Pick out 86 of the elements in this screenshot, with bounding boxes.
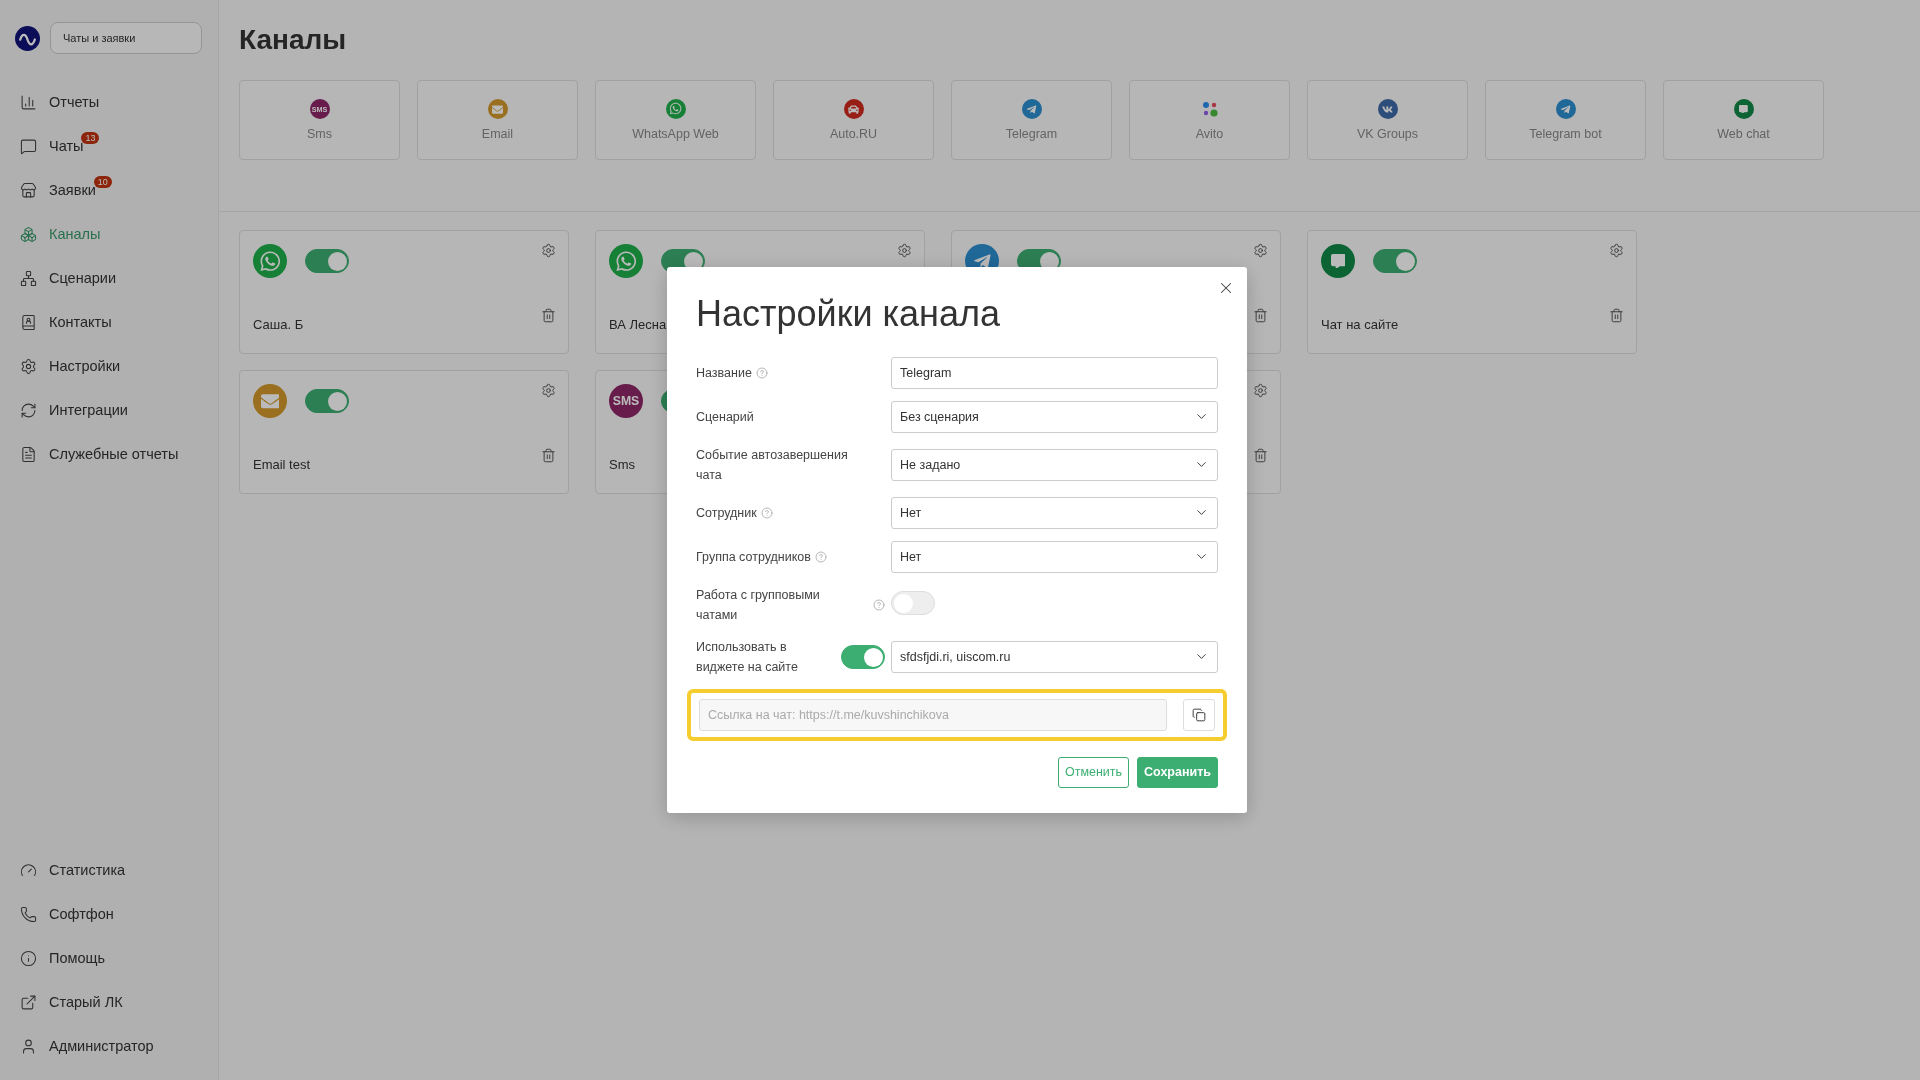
info-icon	[20, 949, 37, 967]
channel-name: ВА Лесна	[609, 316, 667, 332]
store-icon	[20, 181, 37, 199]
toggle-switch[interactable]	[305, 389, 349, 413]
channel-name: Чат на сайте	[1321, 316, 1399, 332]
gauge-icon	[20, 861, 37, 879]
nav-label: Сценарии	[49, 270, 116, 286]
copy-button[interactable]	[1183, 698, 1215, 731]
chart-icon	[20, 93, 37, 111]
car-icon	[843, 99, 864, 119]
envelope-icon	[487, 99, 508, 119]
nav-item[interactable]: Настройки	[0, 344, 218, 388]
count-badge: 13	[81, 132, 100, 144]
select-field[interactable]: Нет	[891, 496, 1218, 529]
nav-label: Отчеты	[49, 94, 100, 110]
contact-book-icon	[20, 313, 37, 331]
chat-bubble-icon	[1733, 99, 1754, 119]
count-badge: 10	[93, 176, 112, 188]
envelope-icon	[253, 384, 287, 418]
copy-icon	[1192, 707, 1206, 722]
dialog-title: Настройки канала	[696, 292, 1001, 335]
nav-label: Служебные отчеты	[49, 446, 179, 462]
select-field[interactable]: Без сценария	[891, 400, 1218, 433]
vk-icon	[1377, 99, 1398, 119]
field-label: Сотрудник	[696, 504, 757, 522]
settings-icon[interactable]	[1609, 243, 1624, 258]
trash-icon[interactable]	[541, 307, 556, 323]
nav-item[interactable]: Старый ЛК	[0, 980, 218, 1024]
nav-item[interactable]: Помощь	[0, 936, 218, 980]
nav-item[interactable]: Сценарии	[0, 256, 218, 300]
logo-icon	[15, 25, 40, 51]
trash-icon[interactable]	[1253, 307, 1268, 323]
field-label: Использовать в виджете на сайте	[696, 638, 799, 676]
field-label: Сценарий	[696, 408, 754, 426]
channel-name: Email test	[253, 456, 311, 472]
name-input[interactable]: Telegram	[891, 356, 1218, 389]
nav-label: Интеграции	[49, 402, 128, 418]
chat-bubble-icon	[1321, 244, 1355, 278]
user-icon	[20, 1037, 37, 1055]
sms-icon: SMS	[609, 384, 643, 418]
toggle-switch[interactable]	[1373, 249, 1417, 273]
hierarchy-icon	[20, 269, 37, 287]
nav-label: Контакты	[49, 314, 112, 330]
chat-link-field[interactable]: Ссылка на чат: https://t.me/kuvshinchikova	[699, 698, 1167, 731]
channel-name: Sms	[609, 456, 635, 472]
settings-icon[interactable]	[541, 243, 556, 258]
select-field[interactable]: sfdsfjdi.ri, uiscom.ru	[891, 640, 1218, 673]
field-label: Работа с групповыми чатами	[696, 586, 821, 624]
whatsapp-icon	[665, 99, 686, 119]
sync-icon	[20, 401, 37, 419]
section-switch-button[interactable]: Чаты и заявки	[50, 22, 202, 54]
settings-icon[interactable]	[541, 383, 556, 398]
whatsapp-icon	[253, 244, 287, 278]
channel-name: Саша. Б	[253, 316, 304, 332]
nav-label: Каналы	[49, 226, 101, 242]
toggle-switch[interactable]	[841, 644, 885, 669]
telegram-icon	[1021, 99, 1042, 119]
nav-item[interactable]: Отчеты	[0, 80, 218, 124]
settings-icon[interactable]	[1253, 243, 1268, 258]
phone-icon	[20, 905, 37, 923]
trash-icon[interactable]	[1609, 307, 1624, 323]
nav-item[interactable]: Служебные отчеты	[0, 432, 218, 476]
boxes-icon	[20, 225, 37, 243]
field-label: Группа сотрудников	[696, 548, 811, 566]
select-field[interactable]: Нет	[891, 540, 1218, 573]
trash-icon[interactable]	[541, 447, 556, 463]
external-link-icon	[20, 993, 37, 1011]
settings-icon[interactable]	[1253, 383, 1268, 398]
settings-icon	[20, 357, 37, 375]
nav-item[interactable]: Интеграции	[0, 388, 218, 432]
nav-item[interactable]: Контакты	[0, 300, 218, 344]
whatsapp-icon	[609, 244, 643, 278]
chat-icon	[20, 137, 37, 155]
toggle-switch[interactable]	[305, 249, 349, 273]
telegram-icon	[1555, 99, 1576, 119]
nav-label: Настройки	[49, 358, 121, 374]
page-title: Каналы	[239, 24, 348, 56]
nav-item[interactable]: Администратор	[0, 1024, 218, 1068]
nav-item[interactable]: Софтфон	[0, 892, 218, 936]
nav-item[interactable]: Статистика	[0, 848, 218, 892]
trash-icon[interactable]	[1253, 447, 1268, 463]
field-label: Название	[696, 364, 752, 382]
field-label: Событие автозавершения чата	[696, 446, 849, 484]
document-icon	[20, 445, 37, 463]
settings-icon[interactable]	[897, 243, 912, 258]
select-field[interactable]: Не задано	[891, 448, 1218, 481]
